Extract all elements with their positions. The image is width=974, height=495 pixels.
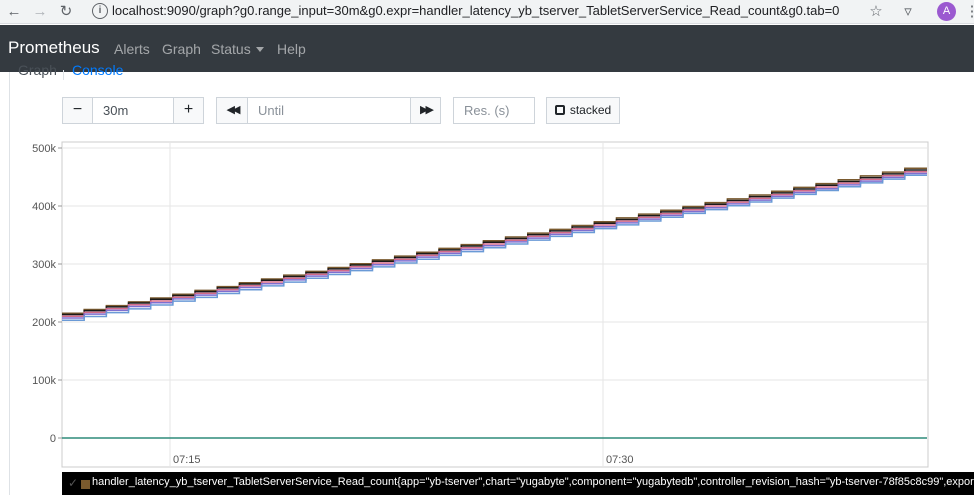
x-tick-label: 07:15 <box>173 454 201 466</box>
legend[interactable]: ✓ handler_latency_yb_tserver_TabletServe… <box>62 472 974 495</box>
check-icon: ✓ <box>68 476 79 490</box>
y-tick-label: 0 <box>50 433 56 445</box>
line-chart: 500k 400k 300k 200k 100k 0 07:15 07:30 <box>32 141 929 468</box>
legend-label: handler_latency_yb_tserver_TabletServerS… <box>92 476 974 488</box>
x-tick-label: 07:30 <box>606 454 634 466</box>
y-tick-label: 200k <box>32 317 56 329</box>
y-tick-label: 400k <box>32 201 56 213</box>
y-tick-label: 100k <box>32 375 56 387</box>
y-tick-label: 500k <box>32 143 56 155</box>
y-axis-labels: 500k 400k 300k 200k 100k 0 <box>32 143 56 445</box>
legend-swatch <box>81 480 90 489</box>
y-tick-label: 300k <box>32 259 56 271</box>
